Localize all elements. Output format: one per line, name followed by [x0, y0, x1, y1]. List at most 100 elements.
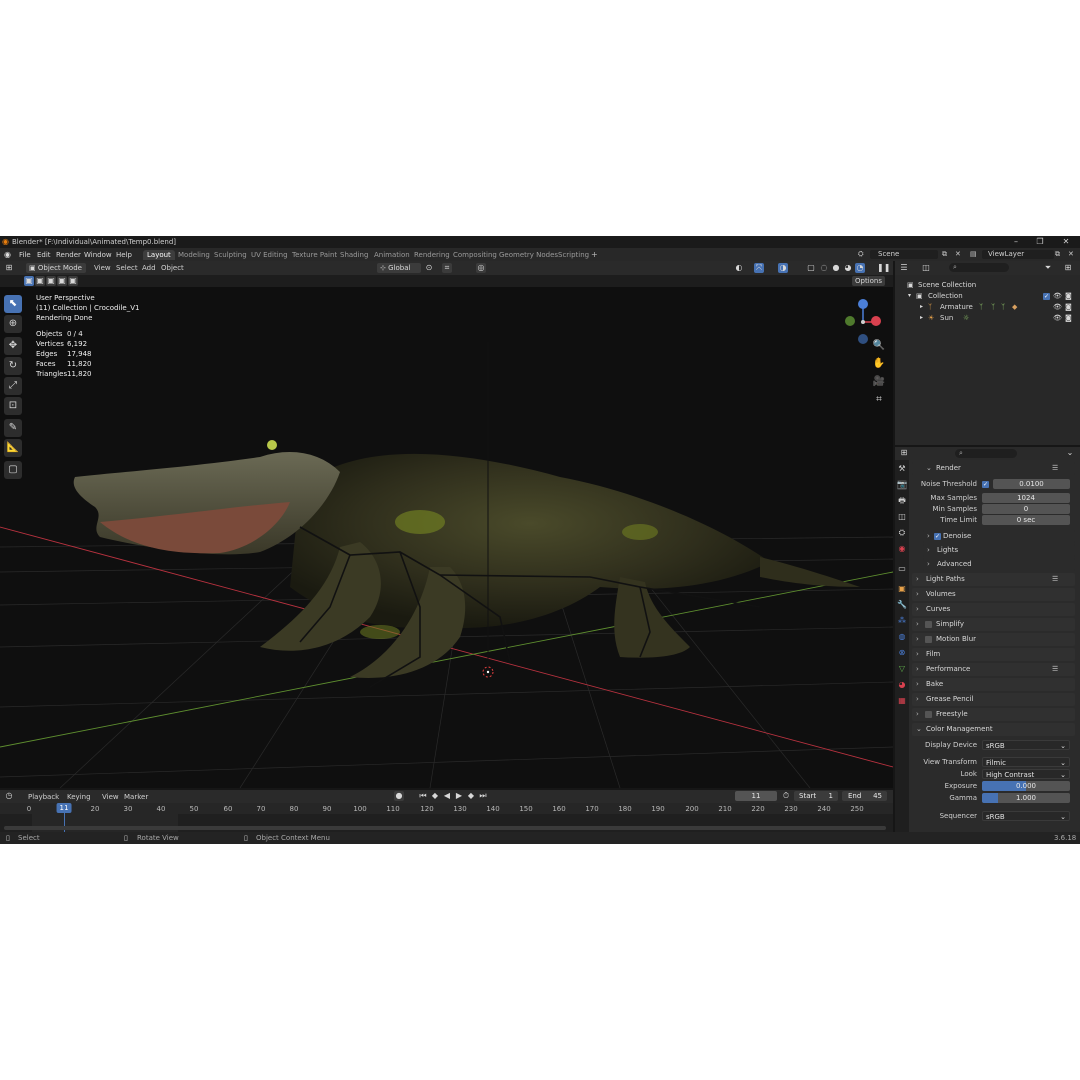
modifier-tab-icon[interactable]: 🔧: [897, 600, 907, 610]
select-mode-subtract-icon[interactable]: ▣: [46, 276, 56, 286]
scene-icon[interactable]: ⛭: [858, 250, 864, 259]
physics-tab-icon[interactable]: ◍: [897, 632, 907, 642]
material-tab-icon[interactable]: ◕: [897, 680, 907, 690]
menu-help[interactable]: Help: [116, 251, 132, 259]
start-frame-field[interactable]: Start 1: [794, 791, 838, 801]
denoise-subpanel[interactable]: › ✓ Denoise: [923, 530, 1075, 543]
tl-menu-marker[interactable]: Marker: [124, 793, 148, 801]
film-panel[interactable]: › Film: [912, 648, 1075, 661]
tool-tab-icon[interactable]: ⚒: [897, 464, 907, 474]
view-layer-tab-icon[interactable]: ◫: [897, 512, 907, 522]
shading-wireframe-icon[interactable]: ◌: [819, 263, 829, 273]
object-tab-icon[interactable]: ▣: [897, 584, 907, 594]
stopwatch-icon[interactable]: ⏱: [781, 791, 791, 801]
render-panel-header[interactable]: ⌄ Render ☰: [912, 462, 1075, 475]
lights-subpanel[interactable]: › Lights: [923, 544, 1075, 557]
outliner-search-input[interactable]: ⌕: [949, 263, 1009, 272]
select-mode-invert-icon[interactable]: ▣: [57, 276, 67, 286]
proportional-edit-icon[interactable]: ◎: [476, 263, 486, 273]
cursor-tool-icon[interactable]: ⊕: [4, 315, 22, 333]
tab-modeling[interactable]: Modeling: [174, 250, 214, 260]
menu-file[interactable]: File: [19, 251, 31, 259]
volumes-panel[interactable]: › Volumes: [912, 588, 1075, 601]
delete-view-layer-icon[interactable]: ✕: [1068, 250, 1074, 258]
transform-tool-icon[interactable]: ⊡: [4, 397, 22, 415]
display-mode-icon[interactable]: ◫: [921, 263, 931, 273]
jump-start-icon[interactable]: ⏮: [418, 791, 428, 801]
gizmo-toggle-icon[interactable]: ⤧: [754, 263, 764, 273]
scene-tab-icon[interactable]: ⛭: [897, 528, 907, 538]
camera-icon[interactable]: ◙: [1065, 303, 1072, 311]
simplify-checkbox[interactable]: [925, 621, 932, 628]
vp-menu-view[interactable]: View: [94, 264, 111, 272]
tab-geometry-nodes[interactable]: Geometry Nodes: [495, 250, 562, 260]
auto-keying-icon[interactable]: ●: [394, 791, 404, 801]
tl-menu-playback[interactable]: Playback: [28, 793, 59, 801]
scale-tool-icon[interactable]: ⤢: [4, 377, 22, 395]
eye-icon[interactable]: 👁: [1053, 314, 1062, 322]
light-paths-panel[interactable]: › Light Paths ☰: [912, 573, 1075, 586]
vp-menu-select[interactable]: Select: [116, 264, 138, 272]
constraints-tab-icon[interactable]: ⊗: [897, 648, 907, 658]
particles-tab-icon[interactable]: ⁂: [897, 616, 907, 626]
tab-sculpting[interactable]: Sculpting: [210, 250, 251, 260]
play-reverse-icon[interactable]: ◀: [442, 791, 452, 801]
3d-viewport[interactable]: User Perspective (11) Collection | Croco…: [0, 287, 893, 788]
display-device-dropdown[interactable]: sRGB ⌄: [982, 740, 1070, 750]
pivot-icon[interactable]: ⊙: [424, 263, 434, 273]
xray-icon[interactable]: ▢: [806, 263, 816, 273]
vp-menu-add[interactable]: Add: [142, 264, 156, 272]
shading-material-icon[interactable]: ◕: [843, 263, 853, 273]
minimize-icon[interactable]: –: [1010, 237, 1022, 247]
list-menu-icon[interactable]: ☰: [1052, 573, 1058, 586]
freestyle-checkbox[interactable]: [925, 711, 932, 718]
collection-exclude-checkbox[interactable]: ✓: [1043, 293, 1050, 300]
collection-tab-icon[interactable]: ▭: [897, 564, 907, 574]
current-frame-field[interactable]: 11: [735, 791, 777, 801]
tab-animation[interactable]: Animation: [370, 250, 414, 260]
tab-texture-paint[interactable]: Texture Paint: [288, 250, 341, 260]
freestyle-panel[interactable]: › Freestyle: [912, 708, 1075, 721]
collection-label[interactable]: Collection: [928, 292, 963, 300]
view-layer-selector[interactable]: ViewLayer: [982, 250, 1054, 259]
timeline-ruler[interactable]: 0 11 20 30 40 50 60 70 80 90 100 110 120…: [0, 803, 893, 814]
editor-type-icon[interactable]: ⊞: [4, 263, 14, 273]
delete-scene-icon[interactable]: ✕: [955, 250, 961, 258]
chevron-down-icon[interactable]: ▾: [908, 292, 911, 299]
tab-layout[interactable]: Layout: [143, 250, 175, 260]
gamma-slider[interactable]: 1.000: [982, 793, 1070, 803]
denoise-checkbox[interactable]: ✓: [934, 533, 941, 540]
tl-menu-view[interactable]: View: [102, 793, 119, 801]
area-divider-horizontal[interactable]: [895, 445, 1080, 447]
eye-icon[interactable]: 👁: [1053, 303, 1062, 311]
transform-orientation-selector[interactable]: ⊹ Global: [377, 263, 421, 273]
list-menu-icon[interactable]: ☰: [1052, 462, 1058, 475]
min-samples-field[interactable]: 0: [982, 504, 1070, 514]
shading-rendered-icon[interactable]: ◔: [855, 263, 865, 273]
scene-selector[interactable]: Scene: [870, 250, 938, 259]
filter-icon[interactable]: ⏷: [1043, 263, 1053, 273]
mode-selector[interactable]: ▣ Object Mode: [26, 263, 86, 273]
new-collection-icon[interactable]: ⊞: [1063, 263, 1073, 273]
exposure-slider[interactable]: 0.000: [982, 781, 1070, 791]
view-layer-icon[interactable]: ▤: [970, 250, 977, 258]
close-icon[interactable]: ✕: [1060, 237, 1072, 247]
outliner-editor-icon[interactable]: ☰: [899, 263, 909, 273]
look-dropdown[interactable]: High Contrast ⌄: [982, 769, 1070, 779]
motion-blur-panel[interactable]: › Motion Blur: [912, 633, 1075, 646]
camera-icon[interactable]: ◙: [1065, 314, 1072, 322]
view-transform-dropdown[interactable]: Filmic ⌄: [982, 757, 1070, 767]
tab-scripting[interactable]: Scripting: [554, 250, 593, 260]
maximize-icon[interactable]: ❐: [1034, 237, 1046, 247]
data-tab-icon[interactable]: ▽: [897, 664, 907, 674]
rotate-tool-icon[interactable]: ↻: [4, 357, 22, 375]
color-management-panel[interactable]: ⌄ Color Management: [912, 723, 1075, 736]
camera-view-icon[interactable]: 🎥: [872, 375, 886, 389]
annotate-tool-icon[interactable]: ✎: [4, 419, 22, 437]
pan-hand-icon[interactable]: ✋: [872, 357, 886, 371]
menu-window[interactable]: Window: [84, 251, 112, 259]
grease-pencil-panel[interactable]: › Grease Pencil: [912, 693, 1075, 706]
menu-edit[interactable]: Edit: [37, 251, 51, 259]
bake-panel[interactable]: › Bake: [912, 678, 1075, 691]
output-tab-icon[interactable]: 🖶: [897, 496, 907, 506]
